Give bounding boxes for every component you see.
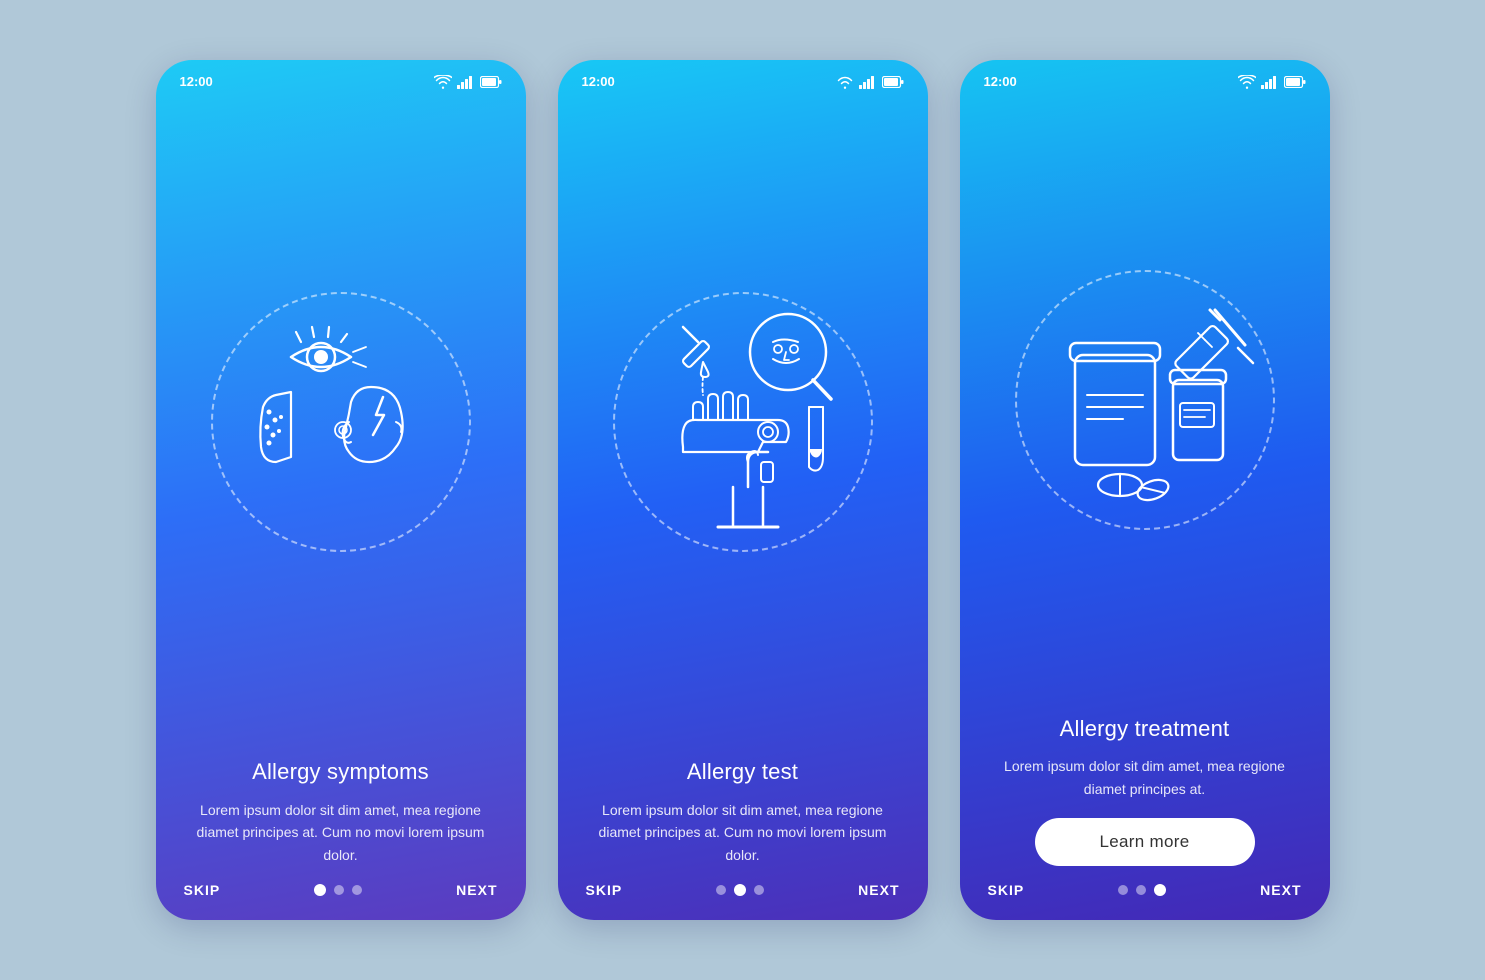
screen-body-1: Lorem ipsum dolor sit dim amet, mea regi… xyxy=(188,799,494,866)
wifi-icon-1 xyxy=(434,75,452,89)
content-area-3: Allergy treatment Lorem ipsum dolor sit … xyxy=(960,705,1330,866)
bottom-nav-3: SKIP NEXT xyxy=(960,866,1330,920)
battery-icon-2 xyxy=(882,76,904,88)
icon-area-symptoms xyxy=(156,95,526,748)
content-area-2: Allergy test Lorem ipsum dolor sit dim a… xyxy=(558,748,928,866)
skip-button-2[interactable]: SKIP xyxy=(586,882,623,898)
time-3: 12:00 xyxy=(984,74,1017,89)
screen-body-2: Lorem ipsum dolor sit dim amet, mea regi… xyxy=(590,799,896,866)
dot-3-2 xyxy=(1136,885,1146,895)
dot-2-2 xyxy=(734,884,746,896)
symptoms-illustration xyxy=(201,287,481,567)
screen-body-3: Lorem ipsum dolor sit dim amet, mea regi… xyxy=(992,755,1298,800)
dot-3-3 xyxy=(1154,884,1166,896)
status-bar-1: 12:00 xyxy=(156,60,526,95)
battery-icon-1 xyxy=(480,76,502,88)
bottom-nav-1: SKIP NEXT xyxy=(156,866,526,920)
status-icons-1 xyxy=(434,75,502,89)
screen-title-1: Allergy symptoms xyxy=(188,758,494,787)
wifi-icon-2 xyxy=(836,75,854,89)
screen-title-3: Allergy treatment xyxy=(992,715,1298,744)
icon-area-test xyxy=(558,95,928,748)
dot-2-1 xyxy=(716,885,726,895)
status-bar-3: 12:00 xyxy=(960,60,1330,95)
phone-card-treatment: 12:00 xyxy=(960,60,1330,920)
dot-1-2 xyxy=(334,885,344,895)
dot-1-1 xyxy=(314,884,326,896)
signal-icon-2 xyxy=(859,75,877,89)
status-bar-2: 12:00 xyxy=(558,60,928,95)
skip-button-3[interactable]: SKIP xyxy=(988,882,1025,898)
next-button-3[interactable]: NEXT xyxy=(1260,882,1301,898)
battery-icon-3 xyxy=(1284,76,1306,88)
next-button-1[interactable]: NEXT xyxy=(456,882,497,898)
dot-2-3 xyxy=(754,885,764,895)
icon-area-treatment xyxy=(960,95,1330,705)
dot-3-1 xyxy=(1118,885,1128,895)
content-area-1: Allergy symptoms Lorem ipsum dolor sit d… xyxy=(156,748,526,866)
time-1: 12:00 xyxy=(180,74,213,89)
phone-card-test: 12:00 xyxy=(558,60,928,920)
signal-icon-1 xyxy=(457,75,475,89)
dot-1-3 xyxy=(352,885,362,895)
treatment-illustration xyxy=(1005,265,1285,545)
dots-1 xyxy=(314,884,362,896)
bottom-nav-2: SKIP NEXT xyxy=(558,866,928,920)
skip-button-1[interactable]: SKIP xyxy=(184,882,221,898)
phone-card-symptoms: 12:00 xyxy=(156,60,526,920)
signal-icon-3 xyxy=(1261,75,1279,89)
screen-title-2: Allergy test xyxy=(590,758,896,787)
status-icons-2 xyxy=(836,75,904,89)
learn-more-button[interactable]: Learn more xyxy=(1035,818,1255,866)
dots-2 xyxy=(716,884,764,896)
dots-3 xyxy=(1118,884,1166,896)
wifi-icon-3 xyxy=(1238,75,1256,89)
test-illustration xyxy=(603,287,883,567)
next-button-2[interactable]: NEXT xyxy=(858,882,899,898)
status-icons-3 xyxy=(1238,75,1306,89)
time-2: 12:00 xyxy=(582,74,615,89)
